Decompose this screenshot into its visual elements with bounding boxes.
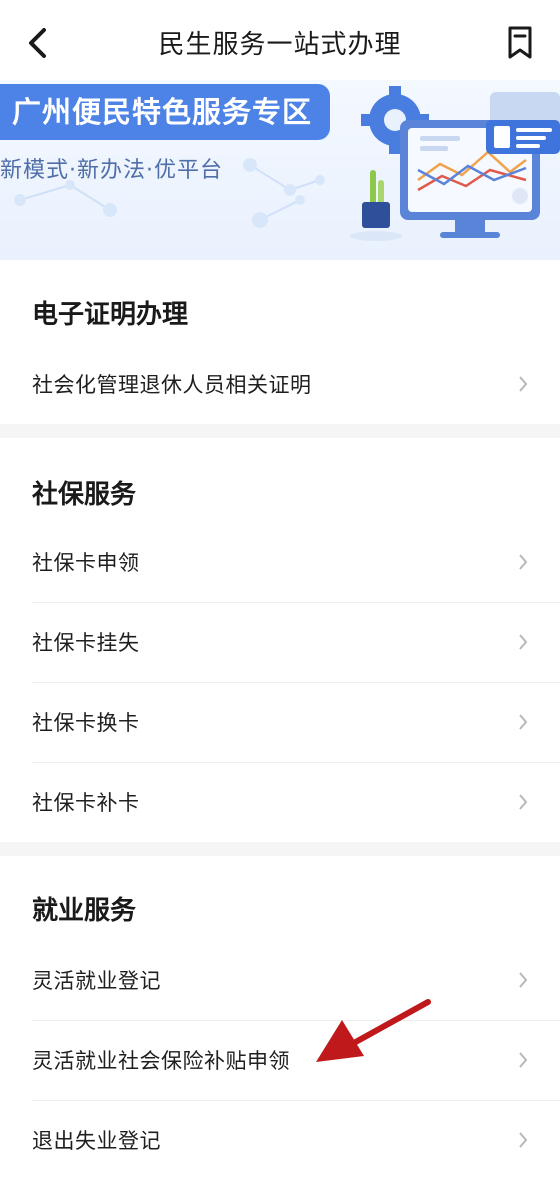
section-title: 电子证明办理 — [32, 300, 189, 330]
bookmark-button[interactable] — [504, 24, 536, 62]
list-item-label: 社会化管理退休人员相关证明 — [32, 373, 312, 397]
list-item[interactable]: 社会化管理退休人员相关证明 — [0, 344, 560, 424]
chevron-right-icon — [519, 1132, 528, 1148]
annotation-arrow-icon — [316, 999, 431, 1062]
list-item[interactable]: 社保卡挂失 — [0, 602, 560, 682]
section-gap — [0, 424, 560, 438]
section-title: 就业服务 — [32, 896, 137, 926]
list-item-label: 灵活就业登记 — [32, 969, 161, 993]
chevron-right-icon — [519, 1052, 528, 1068]
list-item-label: 社保卡申领 — [32, 551, 140, 575]
list-item[interactable]: 社保卡申领 — [0, 522, 560, 602]
list-item-label: 社保卡补卡 — [32, 791, 140, 815]
section-employment: 就业服务 灵活就业登记 灵活就业社会保险补贴申领 退出失业登记 — [0, 856, 560, 1182]
list-item[interactable]: 退出失业登记 — [0, 1100, 560, 1180]
banner-subtitle: 新模式·新办法·优平台 — [0, 158, 223, 183]
section-electronic-certificate: 电子证明办理 社会化管理退休人员相关证明 — [0, 260, 560, 424]
banner-title: 广州便民特色服务专区 — [0, 84, 331, 140]
list-item[interactable]: 社保卡换卡 — [0, 682, 560, 762]
list-item-label: 灵活就业社会保险补贴申领 — [32, 1049, 290, 1073]
list-item[interactable]: 社保卡补卡 — [0, 762, 560, 842]
chevron-right-icon — [519, 972, 528, 988]
chevron-right-icon — [519, 376, 528, 392]
chevron-right-icon — [519, 554, 528, 570]
chevron-right-icon — [519, 714, 528, 730]
section-social-security: 社保服务 社保卡申领 社保卡挂失 社保卡换卡 社保卡补卡 — [0, 438, 560, 842]
list-item-label: 退出失业登记 — [32, 1129, 161, 1153]
chevron-right-icon — [519, 634, 528, 650]
bookmark-icon — [508, 26, 532, 59]
top-bar: 民生服务一站式办理 — [0, 0, 560, 84]
promo-banner[interactable]: 广州便民特色服务专区 新模式·新办法·优平台 — [0, 80, 560, 260]
chevron-right-icon — [519, 794, 528, 810]
section-gap — [0, 842, 560, 856]
monitor-chart-illustration — [350, 86, 560, 241]
list-item-label: 社保卡挂失 — [32, 631, 140, 655]
page-title: 民生服务一站式办理 — [158, 30, 402, 60]
list-item-label: 社保卡换卡 — [32, 711, 140, 735]
section-title: 社保服务 — [32, 480, 137, 510]
list-item[interactable]: 灵活就业社会保险补贴申领 — [0, 1020, 560, 1100]
list-item[interactable]: 灵活就业登记 — [0, 940, 560, 1020]
